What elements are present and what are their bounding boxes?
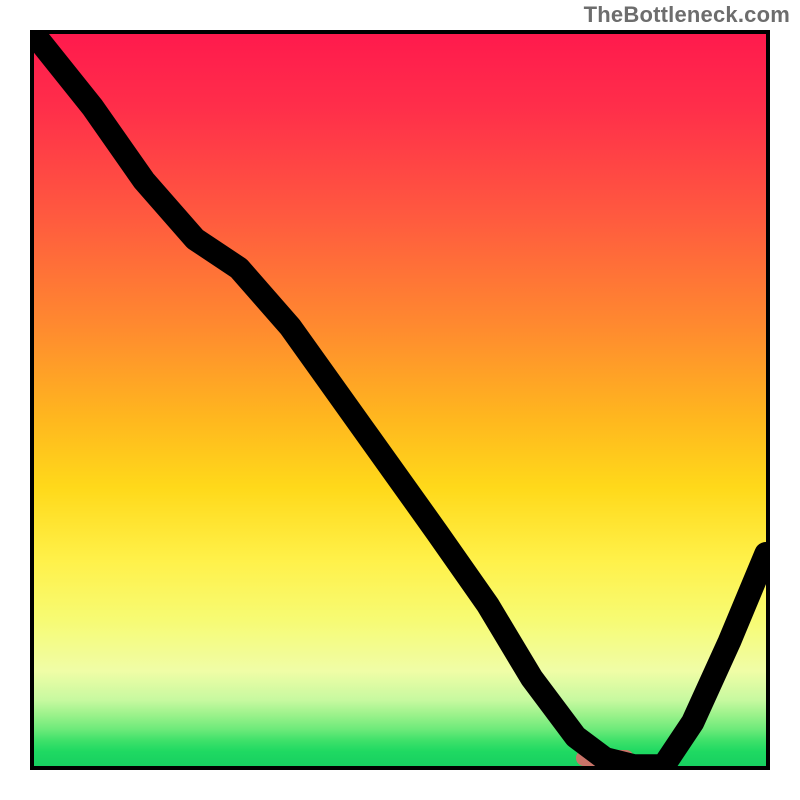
- watermark-text: TheBottleneck.com: [584, 2, 790, 28]
- plot-frame: [30, 30, 770, 770]
- curve-path: [34, 34, 766, 766]
- chart-container: TheBottleneck.com: [0, 0, 800, 800]
- bottleneck-curve: [34, 34, 766, 766]
